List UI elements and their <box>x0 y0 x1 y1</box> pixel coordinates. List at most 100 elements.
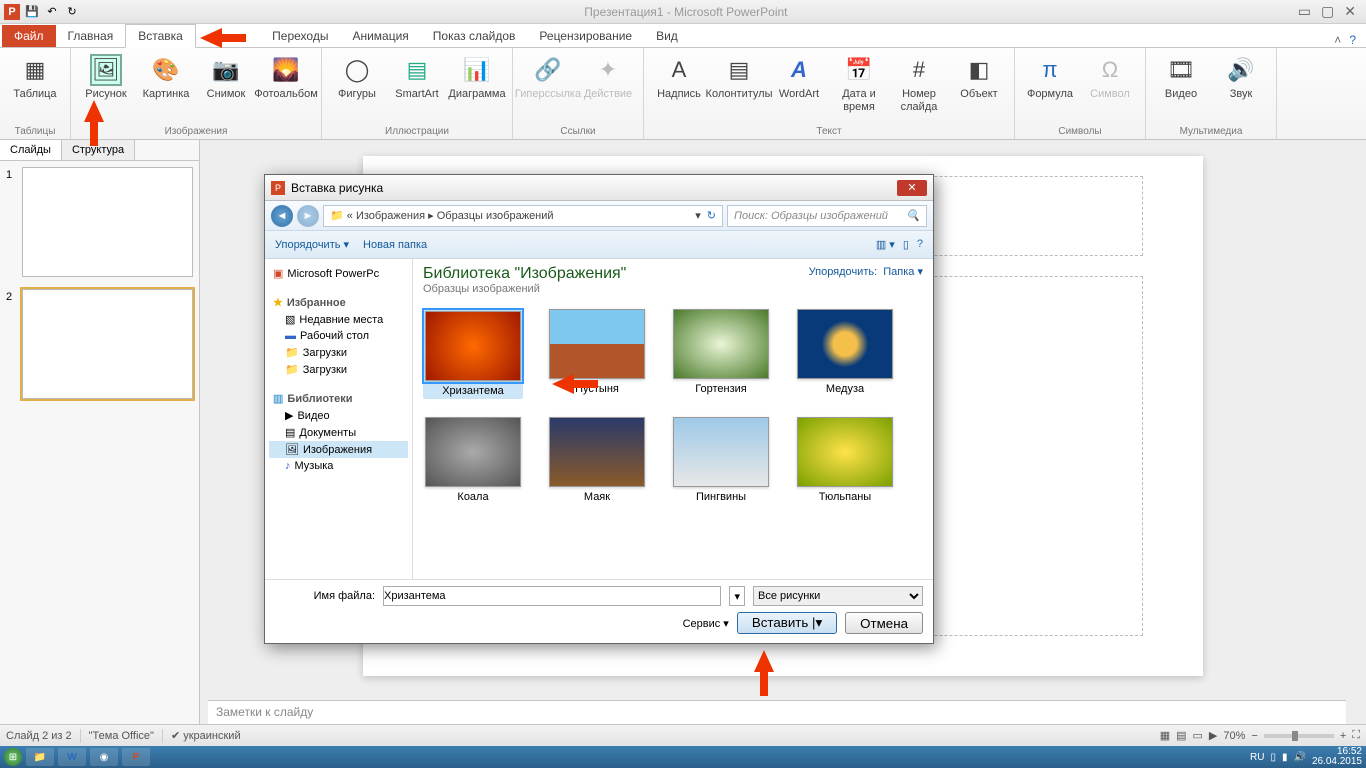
tray-network-icon[interactable]: ▮ <box>1282 752 1288 763</box>
tree-music[interactable]: ♪Музыка <box>269 458 408 474</box>
tile-chrysanthemum[interactable]: Хризантема <box>423 309 523 399</box>
close-icon[interactable]: ✕ <box>1344 3 1356 20</box>
filename-input[interactable] <box>383 586 721 606</box>
tab-slideshow[interactable]: Показ слайдов <box>421 25 528 47</box>
tools-menu[interactable]: Сервис ▾ <box>683 617 729 630</box>
organize-menu[interactable]: Упорядочить ▾ <box>275 238 349 251</box>
cancel-button[interactable]: Отмена <box>845 612 923 634</box>
wordart-button[interactable]: AWordArt <box>770 50 828 126</box>
tree-images[interactable]: 🖼Изображения <box>269 441 408 458</box>
panel-tab-slides[interactable]: Слайды <box>0 140 62 160</box>
sort-menu[interactable]: Упорядочить: Папка ▾ <box>809 265 923 278</box>
object-button[interactable]: ◧Объект <box>950 50 1008 126</box>
start-button[interactable]: ⊞ <box>4 748 22 766</box>
maximize-icon[interactable]: ▢ <box>1321 3 1334 20</box>
zoom-level[interactable]: 70% <box>1223 730 1245 742</box>
dialog-close-button[interactable]: ✕ <box>897 180 927 196</box>
equation-icon: π <box>1034 54 1066 86</box>
tab-file[interactable]: Файл <box>2 25 56 47</box>
minimize-icon[interactable]: ▭ <box>1298 3 1311 20</box>
nav-forward-button[interactable]: ► <box>297 205 319 227</box>
view-normal-icon[interactable]: ▦ <box>1160 729 1170 742</box>
picture-button[interactable]: 🖼Рисунок <box>77 50 135 126</box>
status-lang[interactable]: украинский <box>183 730 240 742</box>
tree-powerpoint[interactable]: ▣Microsoft PowerPc <box>269 265 408 282</box>
zoom-slider[interactable] <box>1264 734 1334 738</box>
tile-tulips[interactable]: Тюльпаны <box>795 417 895 503</box>
audio-button[interactable]: 🔊Звук <box>1212 50 1270 126</box>
tile-jellyfish[interactable]: Медуза <box>795 309 895 399</box>
dialog-help-icon[interactable]: ? <box>917 238 923 251</box>
view-reading-icon[interactable]: ▭ <box>1193 729 1203 742</box>
datetime-button[interactable]: 📅Дата и время <box>830 50 888 126</box>
refresh-icon[interactable]: ↻ <box>707 209 716 222</box>
tree-video[interactable]: ▶Видео <box>269 407 408 424</box>
video-button[interactable]: 🎞Видео <box>1152 50 1210 126</box>
group-tables: ▦Таблица Таблицы <box>0 48 71 139</box>
smartart-button[interactable]: ▤SmartArt <box>388 50 446 126</box>
redo-icon[interactable]: ↻ <box>64 4 80 20</box>
filter-select[interactable]: Все рисунки <box>753 586 923 606</box>
zoom-in-icon[interactable]: + <box>1340 730 1346 742</box>
tab-animation[interactable]: Анимация <box>340 25 420 47</box>
filename-dropdown[interactable]: ▾ <box>729 586 745 606</box>
clipart-button[interactable]: 🎨Картинка <box>137 50 195 126</box>
fit-icon[interactable]: ⛶ <box>1352 729 1360 742</box>
tab-view[interactable]: Вид <box>644 25 690 47</box>
zoom-out-icon[interactable]: − <box>1251 730 1257 742</box>
taskbar-word[interactable]: W <box>58 748 86 766</box>
tab-transitions[interactable]: Переходы <box>260 25 340 47</box>
help-icon[interactable]: ? <box>1349 33 1356 47</box>
chevron-down-icon[interactable]: ▾ <box>695 209 701 222</box>
nav-back-button[interactable]: ◄ <box>271 205 293 227</box>
tab-home[interactable]: Главная <box>56 25 126 47</box>
screenshot-button[interactable]: 📷Снимок <box>197 50 255 126</box>
chart-button[interactable]: 📊Диаграмма <box>448 50 506 126</box>
tree-documents[interactable]: ▤Документы <box>269 424 408 441</box>
thumb-2[interactable] <box>22 289 193 399</box>
textbox-button[interactable]: AНадпись <box>650 50 708 126</box>
tab-insert[interactable]: Вставка <box>125 24 196 48</box>
tree-recent[interactable]: ▧Недавние места <box>269 311 408 328</box>
tree-desktop[interactable]: ▬Рабочий стол <box>269 328 408 344</box>
dialog-title-bar[interactable]: P Вставка рисунка ✕ <box>265 175 933 201</box>
tree-downloads-2[interactable]: 📁Загрузки <box>269 361 408 378</box>
slidenumber-button[interactable]: #Номер слайда <box>890 50 948 126</box>
table-button[interactable]: ▦Таблица <box>6 50 64 126</box>
view-sorter-icon[interactable]: ▤ <box>1176 729 1186 742</box>
equation-button[interactable]: πФормула <box>1021 50 1079 126</box>
new-folder-button[interactable]: Новая папка <box>363 239 427 251</box>
tile-lighthouse[interactable]: Маяк <box>547 417 647 503</box>
tray-sound-icon[interactable]: 🔊 <box>1293 752 1305 763</box>
headerfooter-button[interactable]: ▤Колонтитулы <box>710 50 768 126</box>
notes-pane[interactable]: Заметки к слайду <box>208 700 1346 724</box>
shapes-button[interactable]: ◯Фигуры <box>328 50 386 126</box>
save-icon[interactable]: 💾 <box>24 4 40 20</box>
panel-tab-outline[interactable]: Структура <box>62 140 135 160</box>
spellcheck-icon[interactable]: ✔ <box>171 729 180 742</box>
preview-pane-button[interactable]: ▯ <box>903 238 909 251</box>
breadcrumb[interactable]: 📁 « Изображения ▸ Образцы изображений ▾ … <box>323 205 723 227</box>
file-area: Упорядочить: Папка ▾ Библиотека "Изображ… <box>413 259 933 579</box>
tray-lang[interactable]: RU <box>1250 752 1264 763</box>
minimize-ribbon-icon[interactable]: ˄ <box>1334 33 1341 47</box>
tile-penguins[interactable]: Пингвины <box>671 417 771 503</box>
view-mode-button[interactable]: ▥ ▾ <box>876 238 895 251</box>
tray-flag-icon[interactable]: ▯ <box>1270 752 1276 763</box>
insert-button[interactable]: Вставить |▾ <box>737 612 837 634</box>
tile-hydrangea[interactable]: Гортензия <box>671 309 771 399</box>
thumb-1[interactable] <box>22 167 193 277</box>
tree-downloads-1[interactable]: 📁Загрузки <box>269 344 408 361</box>
tree-libraries[interactable]: ▥Библиотеки <box>269 390 408 407</box>
taskbar-chrome[interactable]: ◉ <box>90 748 118 766</box>
tile-desert[interactable]: Пустыня <box>547 309 647 399</box>
tile-koala[interactable]: Коала <box>423 417 523 503</box>
taskbar-explorer[interactable]: 📁 <box>26 748 54 766</box>
tab-review[interactable]: Рецензирование <box>527 25 644 47</box>
view-slideshow-icon[interactable]: ▶ <box>1209 729 1217 742</box>
photoalbum-button[interactable]: 🌄Фотоальбом <box>257 50 315 126</box>
taskbar-powerpoint[interactable]: P <box>122 748 150 766</box>
tree-favorites[interactable]: ★Избранное <box>269 294 408 311</box>
search-input[interactable]: Поиск: Образцы изображений 🔍 <box>727 205 927 227</box>
undo-icon[interactable]: ↶ <box>44 4 60 20</box>
